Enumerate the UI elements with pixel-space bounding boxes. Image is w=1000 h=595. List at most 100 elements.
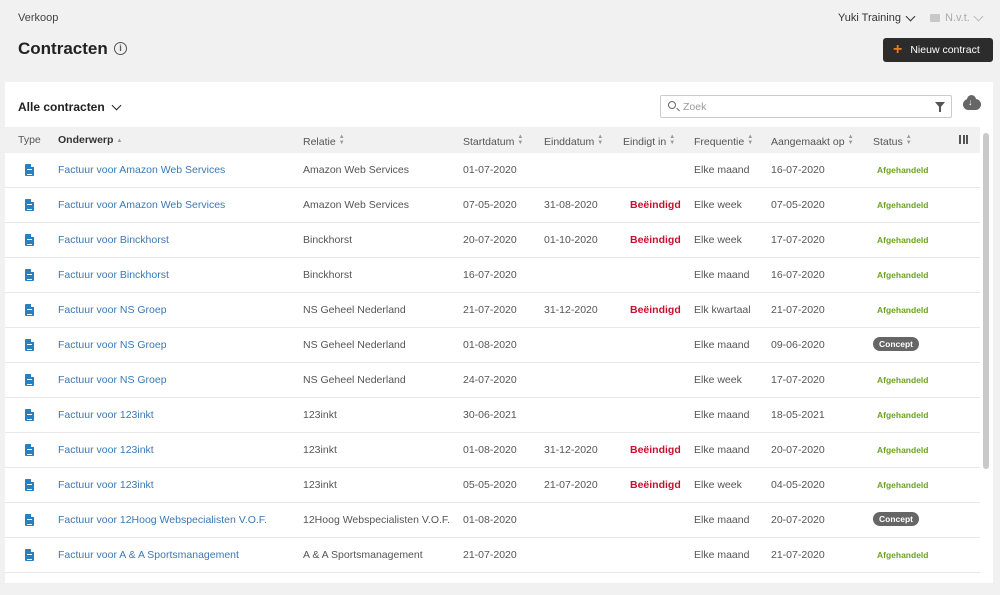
- frequency-cell: Elke week: [694, 479, 742, 491]
- columns-icon[interactable]: [959, 135, 968, 144]
- new-contract-button[interactable]: + Nieuw contract: [883, 38, 993, 62]
- end-date-cell: 01-10-2020: [544, 234, 598, 246]
- search-input[interactable]: [683, 99, 923, 114]
- start-date-cell: 05-05-2020: [463, 479, 517, 491]
- top-bar: Verkoop Contracten i Yuki Training N.v.t…: [0, 0, 1000, 80]
- subject-link[interactable]: Factuur voor Binckhorst: [58, 234, 169, 246]
- table-row[interactable]: Factuur voor Binckhorst Binckhorst 16-07-2…: [5, 258, 980, 293]
- end-date-cell: 21-07-2020: [544, 479, 598, 491]
- column-header-einddatum[interactable]: Einddatum ▲ ▼: [544, 134, 603, 148]
- year-selector[interactable]: N.v.t.: [930, 11, 984, 24]
- column-header-startdatum[interactable]: Startdatum ▲ ▼: [463, 134, 523, 148]
- filter-icon[interactable]: [935, 102, 945, 112]
- vertical-scrollbar[interactable]: [983, 133, 989, 469]
- frequency-cell: Elke week: [694, 199, 742, 211]
- ends-in-cell: Beëindigd: [630, 304, 681, 316]
- table-body: Factuur voor Amazon Web Services Amazon W…: [5, 153, 980, 573]
- table-row[interactable]: Factuur voor A & A Sportsmanagement A & A…: [5, 538, 980, 573]
- sort-icon: ▲ ▼: [847, 134, 854, 146]
- folder-icon: [930, 14, 940, 22]
- column-header-aangemaakt-op[interactable]: Aangemaakt op ▲ ▼: [771, 134, 854, 148]
- document-icon: [25, 444, 34, 456]
- document-icon: [25, 514, 34, 526]
- created-date-cell: 17-07-2020: [771, 374, 825, 386]
- subject-link[interactable]: Factuur voor Amazon Web Services: [58, 199, 225, 211]
- end-date-cell: 31-12-2020: [544, 444, 598, 456]
- relation-cell: A & A Sportsmanagement: [303, 549, 423, 561]
- subject-link[interactable]: Factuur voor NS Groep: [58, 304, 167, 316]
- subject-link[interactable]: Factuur voor Binckhorst: [58, 269, 169, 281]
- created-date-cell: 17-07-2020: [771, 234, 825, 246]
- frequency-cell: Elke week: [694, 234, 742, 246]
- start-date-cell: 21-07-2020: [463, 304, 517, 316]
- chevron-down-icon: [111, 100, 122, 110]
- column-header-eindigt-in[interactable]: Eindigt in ▲ ▼: [623, 134, 675, 148]
- created-date-cell: 20-07-2020: [771, 444, 825, 456]
- document-icon: [25, 304, 34, 316]
- subject-link[interactable]: Factuur voor NS Groep: [58, 374, 167, 386]
- subject-link[interactable]: Factuur voor 123inkt: [58, 479, 154, 491]
- document-icon: [25, 199, 34, 211]
- start-date-cell: 24-07-2020: [463, 374, 517, 386]
- frequency-cell: Elke maand: [694, 514, 750, 526]
- cloud-download-icon[interactable]: [963, 95, 981, 110]
- document-icon: [25, 234, 34, 246]
- relation-cell: NS Geheel Nederland: [303, 304, 406, 316]
- table-row[interactable]: Factuur voor NS Groep NS Geheel Nederland…: [5, 293, 980, 328]
- frequency-cell: Elke maand: [694, 339, 750, 351]
- frequency-cell: Elke week: [694, 374, 742, 386]
- status-badge: Afgehandeld: [877, 445, 929, 455]
- table-row[interactable]: Factuur voor 123inkt 123inkt 30-06-2021 Elk…: [5, 398, 980, 433]
- company-selector[interactable]: Yuki Training: [838, 11, 916, 24]
- relation-cell: 123inkt: [303, 479, 337, 491]
- frequency-cell: Elke maand: [694, 269, 750, 281]
- column-header-onderwerp[interactable]: Onderwerp ▲: [58, 134, 122, 146]
- frequency-cell: Elke maand: [694, 444, 750, 456]
- subject-link[interactable]: Factuur voor Amazon Web Services: [58, 164, 225, 176]
- breadcrumb[interactable]: Verkoop: [18, 12, 58, 24]
- ends-in-cell: Beëindigd: [630, 444, 681, 456]
- end-date-cell: 31-12-2020: [544, 304, 598, 316]
- column-header-relatie[interactable]: Relatie ▲ ▼: [303, 134, 345, 148]
- plus-icon: +: [893, 41, 903, 58]
- table-row[interactable]: Factuur voor 123inkt 123inkt 05-05-2020 21-…: [5, 468, 980, 503]
- subject-link[interactable]: Factuur voor 123inkt: [58, 409, 154, 421]
- status-badge: Afgehandeld: [877, 480, 929, 490]
- table-row[interactable]: Factuur voor NS Groep NS Geheel Nederland…: [5, 363, 980, 398]
- table-row[interactable]: Factuur voor 123inkt 123inkt 01-08-2020 31-…: [5, 433, 980, 468]
- subject-link[interactable]: Factuur voor NS Groep: [58, 339, 167, 351]
- info-icon[interactable]: i: [114, 42, 127, 55]
- table-row[interactable]: Factuur voor 12Hoog Webspecialisten V.O.…: [5, 503, 980, 538]
- relation-cell: Binckhorst: [303, 269, 353, 281]
- relation-cell: 12Hoog Webspecialisten V.O.F.: [303, 514, 451, 526]
- column-header-status[interactable]: Status ▲ ▼: [873, 134, 912, 148]
- status-badge: Afgehandeld: [877, 375, 929, 385]
- subject-link[interactable]: Factuur voor A & A Sportsmanagement: [58, 549, 239, 561]
- subject-link[interactable]: Factuur voor 123inkt: [58, 444, 154, 456]
- column-header-label: Eindigt in: [623, 136, 667, 148]
- table-row[interactable]: Factuur voor Binckhorst Binckhorst 20-07-2…: [5, 223, 980, 258]
- view-selector-label: Alle contracten: [18, 100, 105, 114]
- view-selector[interactable]: Alle contracten: [18, 100, 122, 114]
- column-header-label: Einddatum: [544, 136, 595, 148]
- subject-link[interactable]: Factuur voor 12Hoog Webspecialisten V.O.…: [58, 514, 267, 526]
- table-header: Type Onderwerp ▲ Relatie ▲ ▼ Startdatum ▲ ▼ E…: [5, 127, 980, 153]
- sort-icon: ▲ ▼: [338, 134, 345, 146]
- column-header-frequentie[interactable]: Frequentie ▲ ▼: [694, 134, 753, 148]
- column-header-label: Aangemaakt op: [771, 136, 845, 148]
- start-date-cell: 20-07-2020: [463, 234, 517, 246]
- status-badge: Afgehandeld: [877, 165, 929, 175]
- contracts-panel: Alle contracten Type Onderwerp▲ Relatie▲…: [5, 82, 993, 595]
- search-box: [660, 95, 952, 118]
- start-date-cell: 01-08-2020: [463, 339, 517, 351]
- table-row[interactable]: Factuur voor Amazon Web Services Amazon W…: [5, 188, 980, 223]
- frequency-cell: Elk kwartaal: [694, 304, 751, 316]
- created-date-cell: 21-07-2020: [771, 304, 825, 316]
- relation-cell: Amazon Web Services: [303, 199, 410, 211]
- column-header-label: Status: [873, 136, 903, 148]
- table-row[interactable]: Factuur voor NS Groep NS Geheel Nederland…: [5, 328, 980, 363]
- table-row[interactable]: Factuur voor Amazon Web Services Amazon W…: [5, 153, 980, 188]
- document-icon: [25, 269, 34, 281]
- new-contract-label: Nieuw contract: [910, 44, 980, 56]
- bottom-strip: [5, 583, 993, 595]
